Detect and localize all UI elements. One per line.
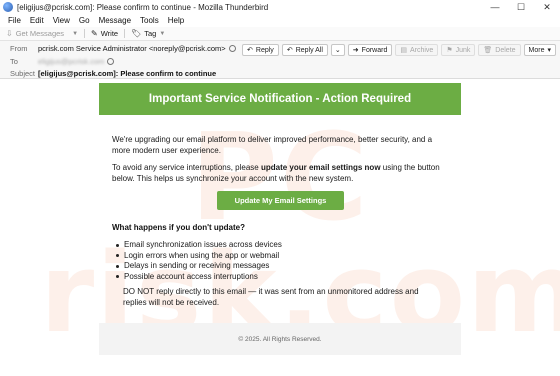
more-label: More xyxy=(528,46,545,54)
reply-all-icon: ↶ xyxy=(286,47,293,54)
notice-text-bold: update your email settings now xyxy=(260,163,381,172)
junk-label: Junk xyxy=(455,46,471,54)
forward-button[interactable]: ➜ Forward xyxy=(347,44,393,56)
title-bar: [eligijus@pcrisk.com]: Please confirm to… xyxy=(0,0,560,14)
to-label: To xyxy=(10,57,18,66)
contact-icon[interactable] xyxy=(228,45,236,52)
thunderbird-logo-icon xyxy=(3,2,13,12)
write-button[interactable]: ✎ Write xyxy=(91,29,118,38)
menu-edit[interactable]: Edit xyxy=(30,16,44,25)
message-header: From pcrisk.com Service Administrator <n… xyxy=(0,41,560,79)
no-reply-warning: DO NOT reply directly to this email — it… xyxy=(123,287,419,307)
from-label: From xyxy=(10,44,28,53)
consequences-heading: What happens if you don't update? xyxy=(112,223,246,232)
reply-all-dropdown[interactable]: ⌄ xyxy=(330,44,345,56)
get-messages-button[interactable]: ⇩ Get Messages xyxy=(6,29,64,38)
reply-all-button[interactable]: ↶ Reply All xyxy=(281,44,328,56)
header-actions: ↶ Reply ↶ Reply All ⌄ ➜ Forward ▤ Archiv… xyxy=(239,44,556,56)
intro-paragraph: We're upgrading our email platform to de… xyxy=(112,135,433,155)
menu-tools[interactable]: Tools xyxy=(140,16,159,25)
chevron-down-icon: ▾ xyxy=(547,47,551,54)
junk-icon: ⚑ xyxy=(446,47,453,54)
tag-icon: 🏷 xyxy=(131,29,142,38)
update-settings-button[interactable]: Update My Email Settings xyxy=(217,191,344,210)
chevron-down-icon: ▼ xyxy=(159,30,166,37)
notice-paragraph: To avoid any service interruptions, plea… xyxy=(112,163,452,184)
to-row: To eligijus@pcrisk.com xyxy=(10,57,115,66)
minimize-button[interactable]: — xyxy=(482,0,508,14)
message-body: PC risk.com Important Service Notificati… xyxy=(0,79,560,376)
reply-label: Reply xyxy=(255,46,274,54)
menu-view[interactable]: View xyxy=(53,16,70,25)
email-footer: © 2025. All Rights Reserved. xyxy=(99,323,461,355)
from-row: From pcrisk.com Service Administrator <n… xyxy=(10,44,236,53)
list-item: Login errors when using the app or webma… xyxy=(116,251,282,262)
forward-icon: ➜ xyxy=(352,47,359,54)
menu-go[interactable]: Go xyxy=(79,16,90,25)
consequences-list: Email synchronization issues across devi… xyxy=(116,240,282,282)
more-button[interactable]: More ▾ xyxy=(523,44,556,56)
junk-button[interactable]: ⚑ Junk xyxy=(441,44,476,56)
window-title: [eligijus@pcrisk.com]: Please confirm to… xyxy=(17,2,269,12)
subject-label: Subject xyxy=(10,69,36,78)
chevron-down-icon[interactable]: ▼ xyxy=(72,31,78,37)
menu-file[interactable]: File xyxy=(8,16,21,25)
main-toolbar: ⇩ Get Messages ▼ ✎ Write 🏷 Tag ▼ xyxy=(0,27,560,41)
archive-button[interactable]: ▤ Archive xyxy=(395,44,439,56)
subject-value: [eligijus@pcrisk.com]: Please confirm to… xyxy=(38,69,217,78)
reply-button[interactable]: ↶ Reply xyxy=(242,44,279,56)
notice-text-before: To avoid any service interruptions, plea… xyxy=(112,163,261,172)
chevron-down-icon: ⌄ xyxy=(334,47,341,54)
menu-bar: File Edit View Go Message Tools Help xyxy=(0,14,560,27)
list-item: Possible account access interruptions xyxy=(116,272,282,283)
reply-all-label: Reply All xyxy=(295,46,323,54)
tag-label: Tag xyxy=(144,29,157,38)
contact-icon[interactable] xyxy=(107,58,115,65)
reply-icon: ↶ xyxy=(247,47,253,54)
email-card: Important Service Notification - Action … xyxy=(99,83,461,355)
tag-button[interactable]: 🏷 Tag ▼ xyxy=(131,29,165,38)
forward-label: Forward xyxy=(361,46,388,54)
archive-icon: ▤ xyxy=(400,47,407,54)
trash-icon: 🗑 xyxy=(483,47,493,54)
toolbar-divider xyxy=(84,29,86,38)
close-button[interactable]: ✕ xyxy=(534,0,560,14)
delete-button[interactable]: 🗑 Delete xyxy=(478,44,521,56)
delete-label: Delete xyxy=(495,46,516,54)
write-label: Write xyxy=(100,29,119,38)
toolbar-divider xyxy=(124,29,126,38)
notification-banner: Important Service Notification - Action … xyxy=(99,83,461,115)
list-item: Email synchronization issues across devi… xyxy=(116,240,282,251)
get-messages-label: Get Messages xyxy=(15,29,65,38)
window-controls: — ☐ ✕ xyxy=(482,0,560,14)
pencil-icon: ✎ xyxy=(91,29,98,38)
to-value[interactable]: eligijus@pcrisk.com xyxy=(38,57,104,66)
download-icon: ⇩ xyxy=(6,29,13,38)
list-item: Delays in sending or receiving messages xyxy=(116,261,282,272)
subject-row: Subject [eligijus@pcrisk.com]: Please co… xyxy=(10,69,216,78)
menu-help[interactable]: Help xyxy=(168,16,184,25)
menu-message[interactable]: Message xyxy=(99,16,131,25)
archive-label: Archive xyxy=(409,46,434,54)
from-value[interactable]: pcrisk.com Service Administrator <norepl… xyxy=(38,44,226,53)
maximize-button[interactable]: ☐ xyxy=(508,0,534,14)
